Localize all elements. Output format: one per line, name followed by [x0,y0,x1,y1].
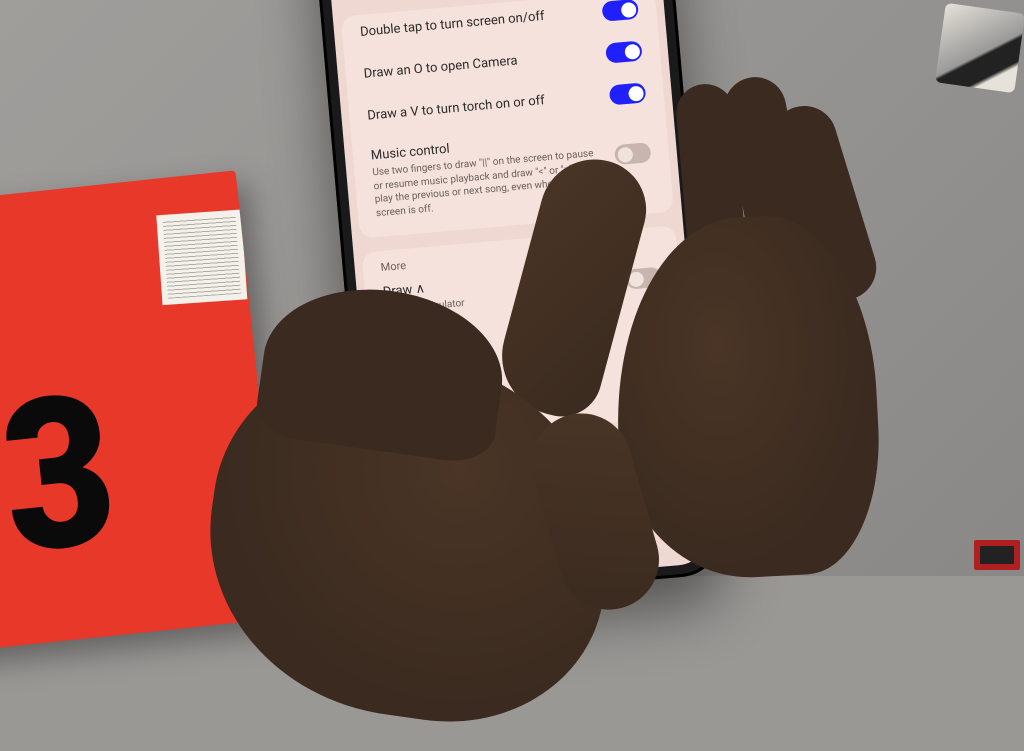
corner-tag [974,540,1020,570]
product-box-number: 13 [0,367,112,596]
left-hand [187,330,633,742]
gesture-label: Double tap to turn screen on/off [360,5,592,41]
toggle-double-tap[interactable] [601,0,639,22]
desk-object-plug [935,3,1024,93]
product-box-sticker [156,209,247,305]
toggle-draw-o[interactable] [605,41,643,64]
gesture-label: Draw an O to open Camera [363,47,595,83]
